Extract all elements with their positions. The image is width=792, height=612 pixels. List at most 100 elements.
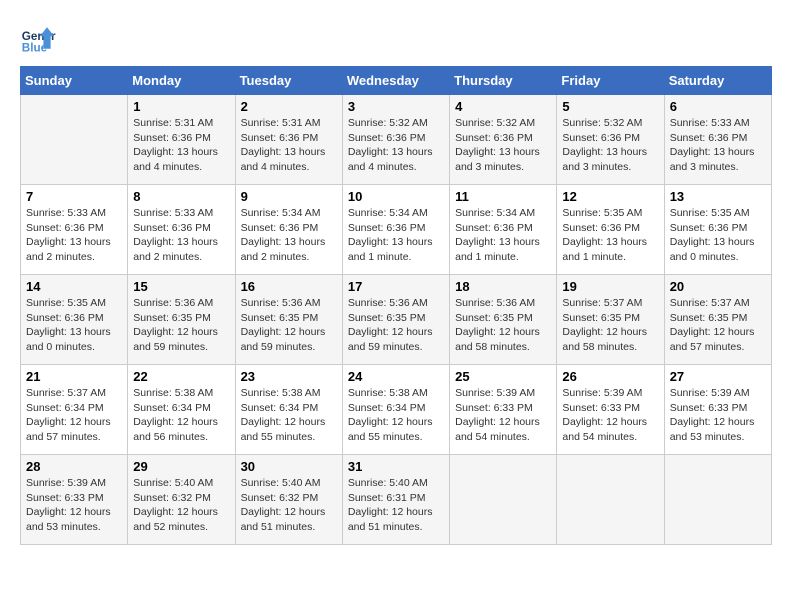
calendar-cell: 4 Sunrise: 5:32 AM Sunset: 6:36 PM Daylig… — [450, 95, 557, 185]
day-detail: Sunrise: 5:33 AM Sunset: 6:36 PM Dayligh… — [133, 206, 229, 265]
day-detail: Sunrise: 5:35 AM Sunset: 6:36 PM Dayligh… — [26, 296, 122, 355]
day-detail: Sunrise: 5:31 AM Sunset: 6:36 PM Dayligh… — [241, 116, 337, 175]
day-number: 21 — [26, 369, 122, 384]
day-number: 13 — [670, 189, 766, 204]
day-number: 6 — [670, 99, 766, 114]
day-number: 24 — [348, 369, 444, 384]
day-detail: Sunrise: 5:36 AM Sunset: 6:35 PM Dayligh… — [455, 296, 551, 355]
day-detail: Sunrise: 5:38 AM Sunset: 6:34 PM Dayligh… — [241, 386, 337, 445]
day-number: 5 — [562, 99, 658, 114]
day-number: 26 — [562, 369, 658, 384]
calendar-cell: 27 Sunrise: 5:39 AM Sunset: 6:33 PM Dayli… — [664, 365, 771, 455]
day-number: 9 — [241, 189, 337, 204]
day-number: 11 — [455, 189, 551, 204]
calendar-cell: 15 Sunrise: 5:36 AM Sunset: 6:35 PM Dayli… — [128, 275, 235, 365]
day-detail: Sunrise: 5:40 AM Sunset: 6:31 PM Dayligh… — [348, 476, 444, 535]
calendar-cell: 19 Sunrise: 5:37 AM Sunset: 6:35 PM Dayli… — [557, 275, 664, 365]
day-number: 25 — [455, 369, 551, 384]
calendar-cell: 18 Sunrise: 5:36 AM Sunset: 6:35 PM Dayli… — [450, 275, 557, 365]
day-detail: Sunrise: 5:38 AM Sunset: 6:34 PM Dayligh… — [133, 386, 229, 445]
day-number: 28 — [26, 459, 122, 474]
calendar-cell: 1 Sunrise: 5:31 AM Sunset: 6:36 PM Daylig… — [128, 95, 235, 185]
day-detail: Sunrise: 5:33 AM Sunset: 6:36 PM Dayligh… — [670, 116, 766, 175]
col-header-tuesday: Tuesday — [235, 67, 342, 95]
week-row-1: 1 Sunrise: 5:31 AM Sunset: 6:36 PM Daylig… — [21, 95, 772, 185]
col-header-monday: Monday — [128, 67, 235, 95]
calendar-cell: 11 Sunrise: 5:34 AM Sunset: 6:36 PM Dayli… — [450, 185, 557, 275]
day-number: 1 — [133, 99, 229, 114]
day-number: 27 — [670, 369, 766, 384]
day-number: 2 — [241, 99, 337, 114]
day-number: 23 — [241, 369, 337, 384]
calendar-cell: 31 Sunrise: 5:40 AM Sunset: 6:31 PM Dayli… — [342, 455, 449, 545]
calendar-cell: 10Sunrise: 5:34 AM Sunset: 6:36 PM Dayli… — [342, 185, 449, 275]
calendar-cell — [21, 95, 128, 185]
header: General Blue — [20, 20, 772, 56]
day-detail: Sunrise: 5:32 AM Sunset: 6:36 PM Dayligh… — [562, 116, 658, 175]
calendar-cell: 14 Sunrise: 5:35 AM Sunset: 6:36 PM Dayli… — [21, 275, 128, 365]
week-row-2: 7Sunrise: 5:33 AM Sunset: 6:36 PM Daylig… — [21, 185, 772, 275]
calendar-cell: 28 Sunrise: 5:39 AM Sunset: 6:33 PM Dayli… — [21, 455, 128, 545]
day-detail: Sunrise: 5:39 AM Sunset: 6:33 PM Dayligh… — [670, 386, 766, 445]
col-header-sunday: Sunday — [21, 67, 128, 95]
day-number: 14 — [26, 279, 122, 294]
day-detail: Sunrise: 5:39 AM Sunset: 6:33 PM Dayligh… — [26, 476, 122, 535]
day-detail: Sunrise: 5:34 AM Sunset: 6:36 PM Dayligh… — [241, 206, 337, 265]
day-number: 18 — [455, 279, 551, 294]
col-header-wednesday: Wednesday — [342, 67, 449, 95]
week-row-5: 28 Sunrise: 5:39 AM Sunset: 6:33 PM Dayli… — [21, 455, 772, 545]
day-detail: Sunrise: 5:37 AM Sunset: 6:34 PM Dayligh… — [26, 386, 122, 445]
calendar-cell: 21 Sunrise: 5:37 AM Sunset: 6:34 PM Dayli… — [21, 365, 128, 455]
day-detail: Sunrise: 5:39 AM Sunset: 6:33 PM Dayligh… — [562, 386, 658, 445]
day-detail: Sunrise: 5:32 AM Sunset: 6:36 PM Dayligh… — [455, 116, 551, 175]
day-detail: Sunrise: 5:36 AM Sunset: 6:35 PM Dayligh… — [241, 296, 337, 355]
day-detail: Sunrise: 5:31 AM Sunset: 6:36 PM Dayligh… — [133, 116, 229, 175]
day-detail: Sunrise: 5:36 AM Sunset: 6:35 PM Dayligh… — [348, 296, 444, 355]
day-number: 17 — [348, 279, 444, 294]
day-detail: Sunrise: 5:40 AM Sunset: 6:32 PM Dayligh… — [241, 476, 337, 535]
day-number: 8 — [133, 189, 229, 204]
day-detail: Sunrise: 5:34 AM Sunset: 6:36 PM Dayligh… — [348, 206, 444, 265]
calendar-cell: 16 Sunrise: 5:36 AM Sunset: 6:35 PM Dayli… — [235, 275, 342, 365]
day-number: 3 — [348, 99, 444, 114]
logo-icon: General Blue — [20, 20, 56, 56]
day-detail: Sunrise: 5:37 AM Sunset: 6:35 PM Dayligh… — [670, 296, 766, 355]
calendar-cell: 26 Sunrise: 5:39 AM Sunset: 6:33 PM Dayli… — [557, 365, 664, 455]
day-number: 30 — [241, 459, 337, 474]
day-detail: Sunrise: 5:35 AM Sunset: 6:36 PM Dayligh… — [562, 206, 658, 265]
day-number: 15 — [133, 279, 229, 294]
day-number: 19 — [562, 279, 658, 294]
calendar-cell: 17 Sunrise: 5:36 AM Sunset: 6:35 PM Dayli… — [342, 275, 449, 365]
col-header-saturday: Saturday — [664, 67, 771, 95]
calendar-cell: 7Sunrise: 5:33 AM Sunset: 6:36 PM Daylig… — [21, 185, 128, 275]
calendar-cell: 3 Sunrise: 5:32 AM Sunset: 6:36 PM Daylig… — [342, 95, 449, 185]
calendar-cell: 20 Sunrise: 5:37 AM Sunset: 6:35 PM Dayli… — [664, 275, 771, 365]
day-detail: Sunrise: 5:39 AM Sunset: 6:33 PM Dayligh… — [455, 386, 551, 445]
calendar-cell: 6 Sunrise: 5:33 AM Sunset: 6:36 PM Daylig… — [664, 95, 771, 185]
calendar-cell: 9 Sunrise: 5:34 AM Sunset: 6:36 PM Daylig… — [235, 185, 342, 275]
day-detail: Sunrise: 5:32 AM Sunset: 6:36 PM Dayligh… — [348, 116, 444, 175]
header-row: SundayMondayTuesdayWednesdayThursdayFrid… — [21, 67, 772, 95]
calendar-table: SundayMondayTuesdayWednesdayThursdayFrid… — [20, 66, 772, 545]
col-header-friday: Friday — [557, 67, 664, 95]
week-row-4: 21 Sunrise: 5:37 AM Sunset: 6:34 PM Dayli… — [21, 365, 772, 455]
day-detail: Sunrise: 5:34 AM Sunset: 6:36 PM Dayligh… — [455, 206, 551, 265]
calendar-cell: 25 Sunrise: 5:39 AM Sunset: 6:33 PM Dayli… — [450, 365, 557, 455]
calendar-cell: 8 Sunrise: 5:33 AM Sunset: 6:36 PM Daylig… — [128, 185, 235, 275]
week-row-3: 14 Sunrise: 5:35 AM Sunset: 6:36 PM Dayli… — [21, 275, 772, 365]
day-number: 20 — [670, 279, 766, 294]
day-detail: Sunrise: 5:37 AM Sunset: 6:35 PM Dayligh… — [562, 296, 658, 355]
col-header-thursday: Thursday — [450, 67, 557, 95]
day-number: 22 — [133, 369, 229, 384]
day-detail: Sunrise: 5:35 AM Sunset: 6:36 PM Dayligh… — [670, 206, 766, 265]
day-detail: Sunrise: 5:36 AM Sunset: 6:35 PM Dayligh… — [133, 296, 229, 355]
day-number: 12 — [562, 189, 658, 204]
day-number: 29 — [133, 459, 229, 474]
day-number: 16 — [241, 279, 337, 294]
calendar-cell: 29Sunrise: 5:40 AM Sunset: 6:32 PM Dayli… — [128, 455, 235, 545]
calendar-cell: 13 Sunrise: 5:35 AM Sunset: 6:36 PM Dayli… — [664, 185, 771, 275]
day-number: 31 — [348, 459, 444, 474]
calendar-cell — [450, 455, 557, 545]
day-number: 4 — [455, 99, 551, 114]
calendar-cell: 22 Sunrise: 5:38 AM Sunset: 6:34 PM Dayli… — [128, 365, 235, 455]
